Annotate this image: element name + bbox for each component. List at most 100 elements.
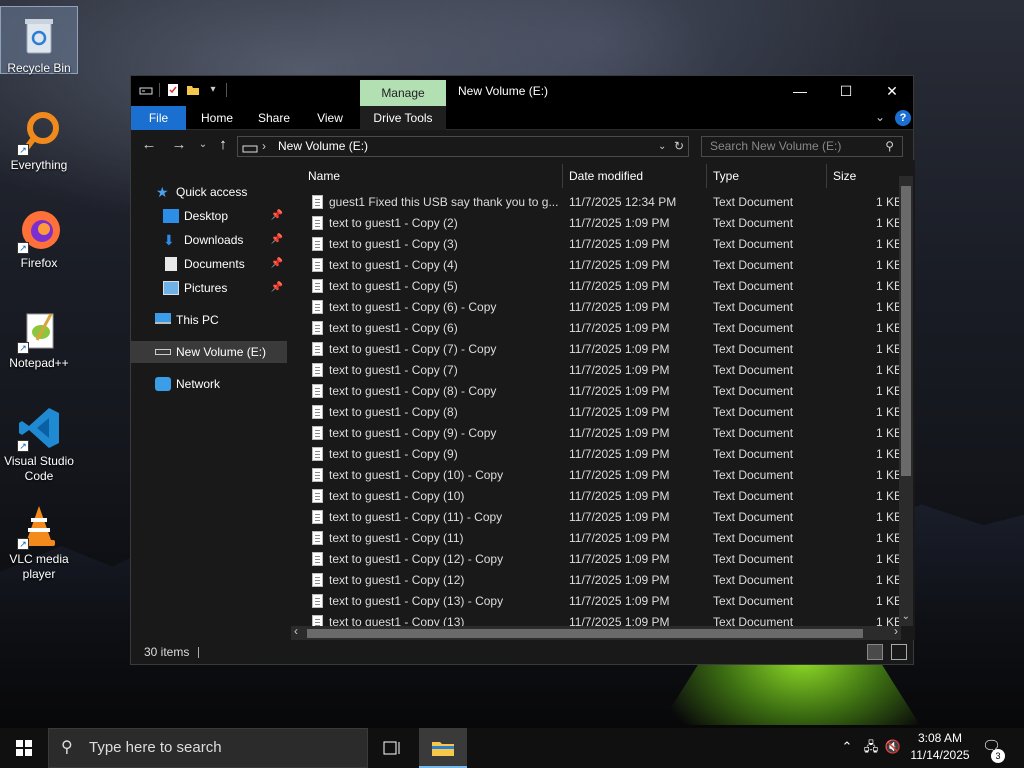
nav-downloads[interactable]: ⬇ Downloads 📌 bbox=[131, 229, 287, 251]
tab-share[interactable]: Share bbox=[249, 106, 299, 130]
table-row[interactable]: text to guest1 - Copy (10) 11/7/2025 1:09… bbox=[291, 486, 902, 507]
column-header-type[interactable]: Type bbox=[713, 160, 823, 192]
file-name: text to guest1 - Copy (6) bbox=[329, 321, 458, 335]
desktop-icon-recycle-bin[interactable]: Recycle Bin bbox=[0, 6, 78, 75]
close-icon[interactable]: ✕ bbox=[869, 76, 915, 106]
tab-drive-tools[interactable]: Drive Tools bbox=[360, 106, 446, 130]
clock[interactable]: 3:08 AM 11/14/2025 bbox=[900, 730, 980, 764]
show-hidden-icons-chevron-icon[interactable]: ⌃ bbox=[838, 738, 856, 756]
column-divider[interactable] bbox=[562, 164, 563, 188]
scrollbar-thumb[interactable] bbox=[307, 629, 863, 638]
task-view-button[interactable] bbox=[368, 728, 416, 768]
pin-icon[interactable]: 📌 bbox=[271, 253, 283, 275]
pin-icon[interactable]: 📌 bbox=[271, 205, 283, 227]
desktop-icon-everything[interactable]: ↗ Everything bbox=[0, 104, 78, 173]
table-row[interactable]: guest1 Fixed this USB say thank you to g… bbox=[291, 192, 902, 213]
table-row[interactable]: text to guest1 - Copy (4) 11/7/2025 1:09 … bbox=[291, 255, 902, 276]
tab-view[interactable]: View bbox=[307, 106, 353, 130]
table-row[interactable]: text to guest1 - Copy (3) 11/7/2025 1:09 … bbox=[291, 234, 902, 255]
table-row[interactable]: text to guest1 - Copy (13) - Copy 11/7/20… bbox=[291, 591, 902, 612]
text-document-icon bbox=[312, 258, 323, 272]
breadcrumb[interactable]: New Volume (E:) bbox=[278, 137, 368, 156]
shortcut-arrow-icon: ↗ bbox=[17, 440, 29, 452]
nav-label: Quick access bbox=[176, 185, 248, 199]
file-name: text to guest1 - Copy (5) bbox=[329, 279, 458, 293]
new-folder-icon[interactable] bbox=[186, 83, 200, 97]
taskbar-file-explorer[interactable] bbox=[419, 728, 467, 768]
scroll-left-icon[interactable]: ‹ bbox=[294, 624, 298, 638]
search-input[interactable]: Search New Volume (E:) ⚲ bbox=[701, 136, 903, 157]
forward-arrow-icon[interactable]: → bbox=[169, 136, 189, 154]
table-row[interactable]: text to guest1 - Copy (6) - Copy 11/7/202… bbox=[291, 297, 902, 318]
expand-ribbon-icon[interactable]: ⌄ bbox=[875, 110, 885, 124]
tab-home[interactable]: Home bbox=[193, 106, 241, 130]
column-header-date-modified[interactable]: Date modified bbox=[569, 160, 699, 192]
table-row[interactable]: text to guest1 - Copy (6) 11/7/2025 1:09 … bbox=[291, 318, 902, 339]
pin-icon[interactable]: 📌 bbox=[271, 277, 283, 299]
nav-pictures[interactable]: Pictures 📌 bbox=[131, 277, 287, 299]
table-row[interactable]: text to guest1 - Copy (2) 11/7/2025 1:09 … bbox=[291, 213, 902, 234]
nav-this-pc[interactable]: This PC bbox=[131, 309, 287, 331]
vertical-scrollbar[interactable] bbox=[899, 176, 913, 626]
properties-icon[interactable] bbox=[166, 83, 180, 97]
tab-manage[interactable]: Manage bbox=[360, 80, 446, 106]
table-row[interactable]: text to guest1 - Copy (7) 11/7/2025 1:09 … bbox=[291, 360, 902, 381]
table-row[interactable]: text to guest1 - Copy (9) - Copy 11/7/202… bbox=[291, 423, 902, 444]
nav-new-volume[interactable]: New Volume (E:) bbox=[131, 341, 287, 363]
tab-file[interactable]: File bbox=[131, 106, 186, 130]
text-document-icon bbox=[312, 426, 323, 440]
table-row[interactable]: text to guest1 - Copy (10) - Copy 11/7/20… bbox=[291, 465, 902, 486]
horizontal-scrollbar[interactable]: ‹ › bbox=[291, 624, 901, 640]
large-icons-view-icon[interactable] bbox=[891, 644, 907, 660]
up-arrow-icon[interactable]: ↑ bbox=[213, 136, 233, 154]
drive-icon bbox=[242, 141, 258, 160]
desktop-icon-notepad-plus-plus[interactable]: ↗ Notepad++ bbox=[0, 302, 78, 371]
back-arrow-icon[interactable]: ← bbox=[139, 136, 159, 154]
desktop-icon-label: Firefox bbox=[20, 256, 58, 270]
recent-locations-icon[interactable]: ⌄ bbox=[193, 136, 213, 154]
help-icon[interactable]: ? bbox=[895, 110, 911, 126]
table-row[interactable]: text to guest1 - Copy (8) - Copy 11/7/202… bbox=[291, 381, 902, 402]
column-header-size[interactable]: Size bbox=[833, 160, 893, 192]
desktop-icon-vlc[interactable]: ↗ VLC media player bbox=[0, 498, 78, 582]
table-row[interactable]: text to guest1 - Copy (5) 11/7/2025 1:09 … bbox=[291, 276, 902, 297]
column-header-name[interactable]: Name bbox=[308, 160, 558, 192]
table-row[interactable]: text to guest1 - Copy (11) 11/7/2025 1:09… bbox=[291, 528, 902, 549]
nav-quick-access[interactable]: ★ Quick access bbox=[131, 181, 287, 203]
shortcut-arrow-icon: ↗ bbox=[17, 242, 29, 254]
start-button[interactable] bbox=[0, 728, 48, 768]
taskbar-search-box[interactable]: ⚲ Type here to search bbox=[48, 728, 368, 768]
nav-label: Downloads bbox=[184, 233, 244, 247]
item-count: 30 items bbox=[144, 645, 190, 659]
scrollbar-thumb[interactable] bbox=[901, 186, 911, 476]
refresh-icon[interactable]: ↻ bbox=[674, 137, 684, 156]
network-status-icon[interactable]: 🖧 bbox=[862, 738, 880, 756]
address-bar[interactable]: › New Volume (E:) ⌄ ↻ bbox=[237, 136, 689, 157]
details-view-icon[interactable] bbox=[867, 644, 883, 660]
table-row[interactable]: text to guest1 - Copy (9) 11/7/2025 1:09 … bbox=[291, 444, 902, 465]
file-type: Text Document bbox=[713, 468, 794, 482]
table-row[interactable]: text to guest1 - Copy (8) 11/7/2025 1:09 … bbox=[291, 402, 902, 423]
chevron-down-icon[interactable]: ⌄ bbox=[658, 137, 666, 156]
table-row[interactable]: text to guest1 - Copy (12) - Copy 11/7/20… bbox=[291, 549, 902, 570]
column-divider[interactable] bbox=[826, 164, 827, 188]
nav-network[interactable]: Network bbox=[131, 373, 287, 395]
file-list: ⌃ Name Date modified Type Size guest1 Fi… bbox=[291, 160, 915, 640]
maximize-icon[interactable]: ☐ bbox=[823, 76, 869, 106]
breadcrumb-separator-icon: › bbox=[262, 139, 266, 153]
scroll-down-icon[interactable]: ⌄ bbox=[902, 611, 910, 622]
pin-icon[interactable]: 📌 bbox=[271, 229, 283, 251]
desktop-icon-firefox[interactable]: ↗ Firefox bbox=[0, 202, 78, 271]
column-divider[interactable] bbox=[706, 164, 707, 188]
minimize-icon[interactable]: — bbox=[777, 76, 823, 106]
table-row[interactable]: text to guest1 - Copy (11) - Copy 11/7/20… bbox=[291, 507, 902, 528]
desktop-icon-vscode[interactable]: ↗ Visual Studio Code bbox=[0, 400, 78, 484]
table-row[interactable]: text to guest1 - Copy (12) 11/7/2025 1:09… bbox=[291, 570, 902, 591]
file-type: Text Document bbox=[713, 300, 794, 314]
table-row[interactable]: text to guest1 - Copy (7) - Copy 11/7/202… bbox=[291, 339, 902, 360]
scroll-right-icon[interactable]: › bbox=[894, 624, 898, 638]
customize-toolbar-icon[interactable]: ▾ bbox=[206, 83, 220, 97]
nav-desktop[interactable]: Desktop 📌 bbox=[131, 205, 287, 227]
clock-time: 3:08 AM bbox=[917, 731, 963, 745]
nav-documents[interactable]: Documents 📌 bbox=[131, 253, 287, 275]
